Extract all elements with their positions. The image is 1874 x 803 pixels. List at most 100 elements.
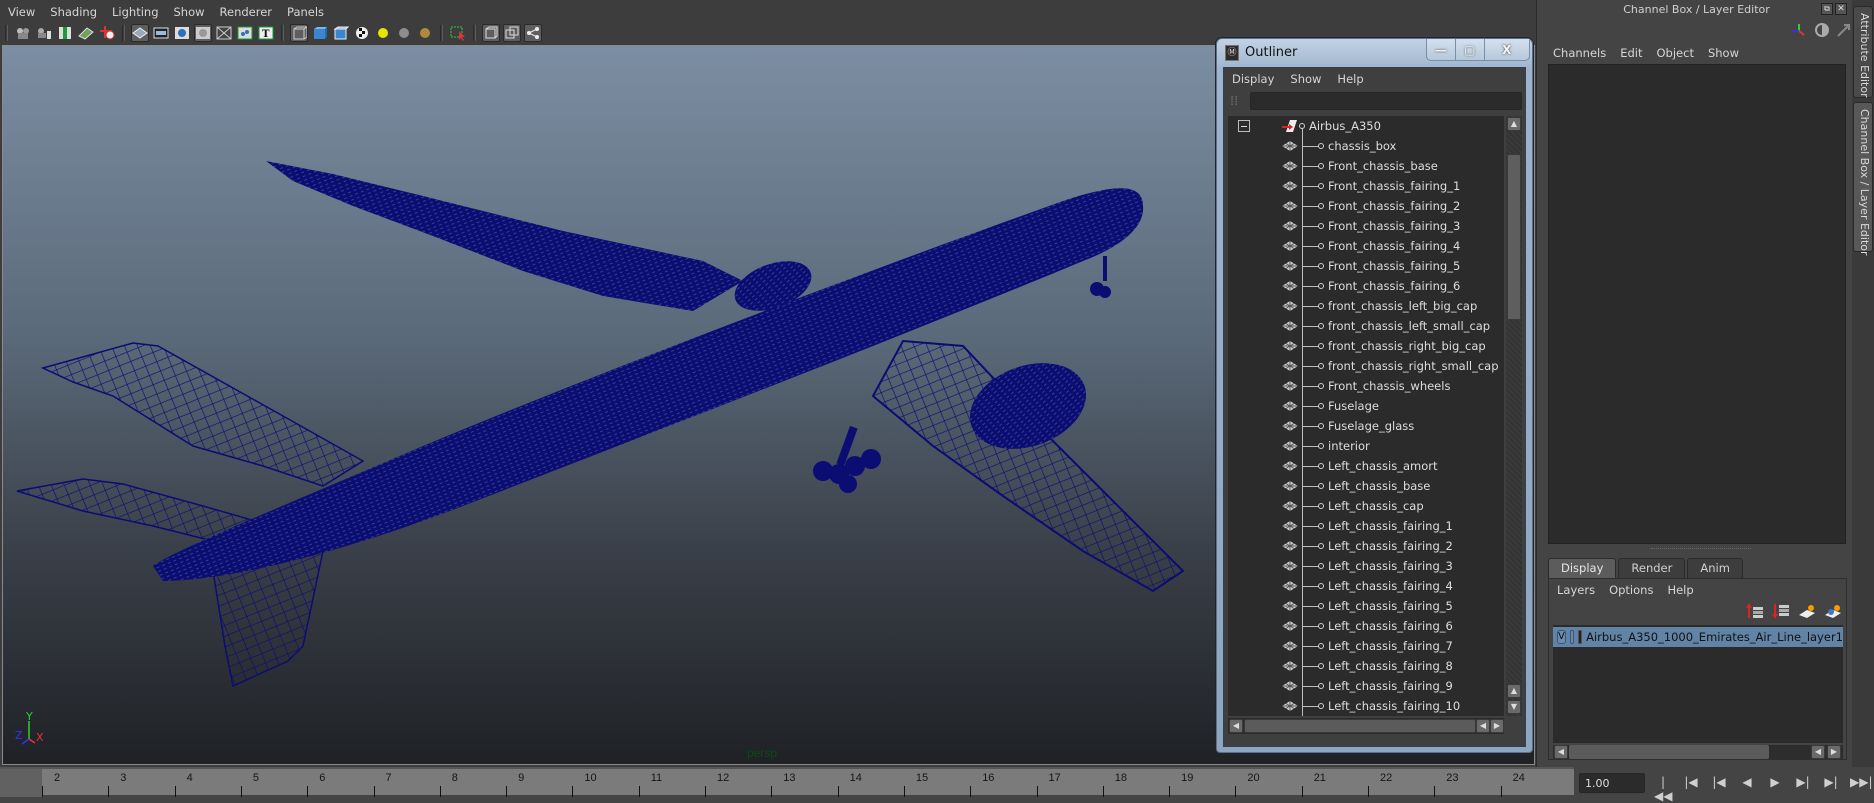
scroll-left-button[interactable]: ◀	[1554, 745, 1568, 759]
2d-pan-zoom-icon[interactable]	[98, 24, 116, 42]
tree-item[interactable]: Left_chassis_fairing_6	[1228, 616, 1504, 636]
speed-toggle-icon[interactable]	[1814, 22, 1830, 38]
outliner-window[interactable]: Ⓜ Outliner — ▢ X Display Show Help ⁞⁞ Ai…	[1216, 38, 1533, 753]
tree-item[interactable]: Left_chassis_fairing_3	[1228, 556, 1504, 576]
wireframe-icon[interactable]	[290, 24, 308, 42]
collapse-toggle-icon[interactable]	[1238, 120, 1250, 132]
tree-item[interactable]: chassis_box	[1228, 136, 1504, 156]
maximize-button[interactable]: ▢	[1456, 39, 1485, 60]
tree-item[interactable]: front_chassis_right_small_cap	[1228, 356, 1504, 376]
bookmark-icon[interactable]	[56, 24, 74, 42]
le-menu-help[interactable]: Help	[1667, 583, 1693, 597]
use-all-lights-icon[interactable]	[374, 24, 392, 42]
close-button[interactable]: X	[1485, 39, 1529, 60]
tree-item[interactable]: Fuselage	[1228, 396, 1504, 416]
field-chart-icon[interactable]	[215, 24, 233, 42]
shadows-icon[interactable]	[395, 24, 413, 42]
scrollbar-thumb[interactable]	[1244, 719, 1476, 733]
go-to-end-button[interactable]: ▶▶|	[1850, 775, 1873, 803]
tree-item[interactable]: interior	[1228, 436, 1504, 456]
isolate-select-icon[interactable]	[449, 24, 467, 42]
step-back-frame-button[interactable]: |◀	[1682, 775, 1700, 803]
menu-renderer[interactable]: Renderer	[220, 5, 273, 19]
tab-render[interactable]: Render	[1618, 558, 1686, 578]
tree-item[interactable]: front_chassis_left_small_cap	[1228, 316, 1504, 336]
tree-item[interactable]: Left_chassis_cap	[1228, 496, 1504, 516]
film-gate-icon[interactable]	[152, 24, 170, 42]
tree-item[interactable]: Front_chassis_fairing_6	[1228, 276, 1504, 296]
menu-panels[interactable]: Panels	[287, 5, 324, 19]
layer-playback-toggle[interactable]	[1569, 630, 1575, 644]
float-panel-button[interactable]: ⧉	[1821, 3, 1833, 15]
scroll-right-button[interactable]: ▶	[1827, 745, 1841, 759]
hud-icon[interactable]	[524, 24, 542, 42]
layer-row[interactable]: V Airbus_A350_1000_Emirates_Air_Line_lay…	[1553, 627, 1843, 647]
tree-item[interactable]: Front_chassis_wheels	[1228, 376, 1504, 396]
go-to-start-button[interactable]: |◀◀	[1654, 775, 1672, 803]
xray-joints-icon[interactable]	[503, 24, 521, 42]
menu-view[interactable]: View	[8, 5, 35, 19]
new-empty-layer-icon[interactable]	[1798, 603, 1816, 619]
safe-action-icon[interactable]	[236, 24, 254, 42]
move-layer-down-icon[interactable]	[1772, 603, 1790, 619]
tree-item[interactable]: Front_chassis_fairing_1	[1228, 176, 1504, 196]
filter-icon[interactable]: ⁞⁞	[1230, 94, 1246, 110]
tree-item[interactable]: Left_chassis_base	[1228, 476, 1504, 496]
tree-item[interactable]: Front_chassis_fairing_2	[1228, 196, 1504, 216]
hyper-arrow-icon[interactable]	[1836, 22, 1852, 38]
outliner-menu-help[interactable]: Help	[1337, 72, 1363, 86]
tab-channel-box-layer-editor[interactable]: Channel Box / Layer Editor	[1853, 102, 1873, 256]
scroll-left-button[interactable]: ◀	[1811, 745, 1825, 759]
tree-item[interactable]: front_chassis_right_big_cap	[1228, 336, 1504, 356]
tree-item[interactable]: Left_chassis_fairing_7	[1228, 636, 1504, 656]
step-forward-key-button[interactable]: ▶|	[1794, 775, 1812, 803]
cb-menu-channels[interactable]: Channels	[1553, 46, 1606, 60]
step-back-key-button[interactable]: |◀	[1710, 775, 1728, 803]
camera-attributes-icon[interactable]	[35, 24, 53, 42]
gate-mask-icon[interactable]	[194, 24, 212, 42]
time-slider[interactable]: 2 3 4 5 6 7 8 9 10 11 12 13 14 15 16 17 18 19 20 21 22 23 24	[0, 767, 1574, 797]
new-layer-from-selection-icon[interactable]	[1824, 603, 1842, 619]
step-forward-frame-button[interactable]: ▶|	[1822, 775, 1840, 803]
outliner-menu-display[interactable]: Display	[1232, 72, 1274, 86]
cb-menu-edit[interactable]: Edit	[1620, 46, 1642, 60]
tree-item[interactable]: Left_chassis_fairing_9	[1228, 676, 1504, 696]
menu-show[interactable]: Show	[174, 5, 205, 19]
le-menu-layers[interactable]: Layers	[1557, 583, 1595, 597]
xray-icon[interactable]	[482, 24, 500, 42]
layer-horizontal-scrollbar[interactable]: ◀ ◀ ▶	[1553, 745, 1843, 759]
current-frame-field[interactable]: 1.00	[1579, 773, 1645, 793]
cb-menu-show[interactable]: Show	[1708, 46, 1739, 60]
menu-shading[interactable]: Shading	[50, 5, 97, 19]
minimize-button[interactable]: —	[1427, 39, 1456, 60]
outliner-search-input[interactable]	[1250, 92, 1522, 110]
tree-item[interactable]: Left_chassis_fairing_1	[1228, 516, 1504, 536]
tree-item[interactable]: Front_chassis_fairing_4	[1228, 236, 1504, 256]
resolution-gate-icon[interactable]	[173, 24, 191, 42]
layer-color-swatch[interactable]	[1578, 630, 1583, 644]
scroll-down-button[interactable]: ▼	[1507, 700, 1521, 714]
scroll-up-button[interactable]: ▲	[1507, 117, 1521, 131]
tree-item[interactable]: Left_chassis_fairing_2	[1228, 536, 1504, 556]
smooth-shade-icon[interactable]	[311, 24, 329, 42]
tree-item[interactable]: Fuselage_glass	[1228, 416, 1504, 436]
image-plane-icon[interactable]	[77, 24, 95, 42]
ambient-occlusion-icon[interactable]	[416, 24, 434, 42]
tab-anim[interactable]: Anim	[1687, 558, 1743, 578]
tree-item[interactable]: Left_chassis_fairing_4	[1228, 576, 1504, 596]
tree-item[interactable]: Left_chassis_amort	[1228, 456, 1504, 476]
tree-item[interactable]: Left_chassis_fairing_5	[1228, 596, 1504, 616]
outliner-titlebar[interactable]: Ⓜ Outliner — ▢ X	[1217, 39, 1532, 67]
safe-title-icon[interactable]: T	[257, 24, 275, 42]
tree-item[interactable]: Left_chassis_fairing_8	[1228, 656, 1504, 676]
cb-menu-object[interactable]: Object	[1657, 46, 1694, 60]
tree-item[interactable]: Front_chassis_base	[1228, 156, 1504, 176]
tree-item[interactable]: front_chassis_left_big_cap	[1228, 296, 1504, 316]
move-layer-up-icon[interactable]	[1746, 603, 1764, 619]
tree-item[interactable]: Front_chassis_fairing_5	[1228, 256, 1504, 276]
tab-display[interactable]: Display	[1548, 558, 1617, 578]
textured-icon[interactable]	[353, 24, 371, 42]
manipulator-axes-icon[interactable]	[1790, 22, 1808, 38]
scroll-left-button[interactable]: ◀	[1229, 719, 1243, 733]
scroll-left-button[interactable]: ◀	[1476, 719, 1490, 733]
